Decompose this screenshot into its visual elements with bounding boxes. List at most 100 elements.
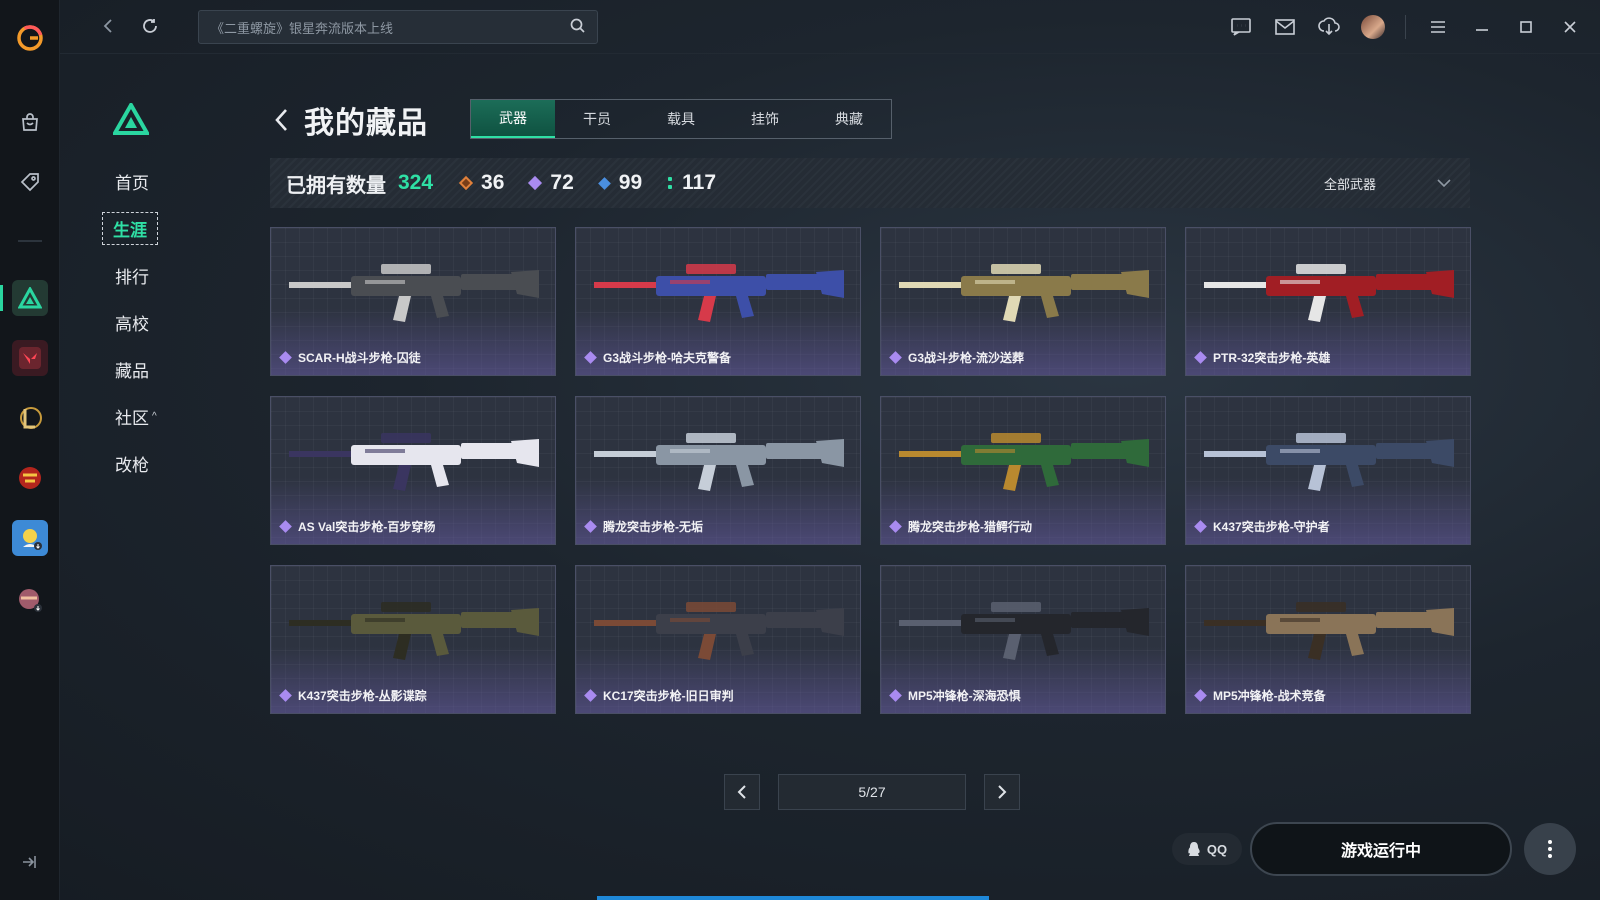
qq-button[interactable]: QQ <box>1172 833 1242 865</box>
weapon-card[interactable]: MP5冲锋枪-战术竞备 <box>1185 565 1471 714</box>
subnav-item-home[interactable]: 首页 <box>100 158 170 205</box>
collapse-sidebar-icon[interactable] <box>20 854 38 873</box>
tab-vehicles[interactable]: 载具 <box>639 100 723 138</box>
top-bar-actions <box>1229 12 1582 42</box>
weapon-image <box>899 433 1149 491</box>
weapon-name-row: KC17突击步枪-旧日审判 <box>584 687 734 704</box>
purple-diamond-icon <box>584 520 597 533</box>
league-of-legends-icon[interactable] <box>12 400 48 436</box>
rarity-count-green: 117 <box>668 171 716 195</box>
weapon-card[interactable]: 腾龙突击步枪-猎鳄行动 <box>880 396 1166 545</box>
category-tabs: 武器 干员 载具 挂饰 典藏 <box>470 99 892 139</box>
weapon-card[interactable]: KC17突击步枪-旧日审判 <box>575 565 861 714</box>
weapon-card[interactable]: 腾龙突击步枪-无垢 <box>575 396 861 545</box>
refresh-icon[interactable] <box>138 14 162 38</box>
weapon-card[interactable]: PTR-32突击步枪-英雄 <box>1185 227 1471 376</box>
game-running-button[interactable]: 游戏运行中 <box>1250 822 1512 876</box>
subnav-item-collection[interactable]: 藏品 <box>100 346 170 393</box>
delta-force-game-icon[interactable] <box>12 280 48 316</box>
weapon-card[interactable]: G3战斗步枪-哈夫克警备 <box>575 227 861 376</box>
chat-icon[interactable] <box>1229 15 1253 39</box>
weapon-card[interactable]: SCAR-H战斗步枪-囚徒 <box>270 227 556 376</box>
purple-diamond-icon <box>889 351 902 364</box>
weapon-name-row: AS Val突击步枪-百步穿杨 <box>279 518 435 535</box>
rarity-count-value: 117 <box>682 171 717 194</box>
bottom-progress-bar <box>597 896 989 900</box>
back-arrow-icon[interactable] <box>96 14 120 38</box>
qq-game-icon[interactable] <box>12 520 48 556</box>
rail-divider <box>18 240 42 242</box>
secondary-nav: 首页 生涯 排行 高校 藏品 社区 ^ 改枪 <box>100 158 170 487</box>
weapon-image <box>594 264 844 322</box>
weapon-card[interactable]: K437突击步枪-守护者 <box>1185 396 1471 545</box>
purple-diamond-icon <box>584 689 597 702</box>
purple-diamond-icon <box>1194 520 1207 533</box>
weapon-image <box>1204 433 1454 491</box>
user-avatar[interactable] <box>1361 15 1385 39</box>
collection-grid: SCAR-H战斗步枪-囚徒 G3战斗步枪-哈夫克警备 G3战斗步枪-流沙送葬 PTR-… <box>270 227 1471 714</box>
rarity-count-value: 72 <box>550 171 574 194</box>
weapon-name: KC17突击步枪-旧日审判 <box>603 689 734 703</box>
valorant-game-icon[interactable] <box>12 340 48 376</box>
weapon-name: G3战斗步枪-流沙送葬 <box>908 351 1025 365</box>
qq-penguin-icon <box>1188 842 1200 856</box>
maximize-icon[interactable] <box>1514 15 1538 39</box>
weapon-name-row: K437突击步枪-守护者 <box>1194 518 1330 535</box>
tab-charms[interactable]: 挂饰 <box>723 100 807 138</box>
app-logo-icon[interactable] <box>12 20 48 56</box>
tab-collection[interactable]: 典藏 <box>807 100 891 138</box>
weapon-card[interactable]: MP5冲锋枪-深海恐惧 <box>880 565 1166 714</box>
weapon-name: SCAR-H战斗步枪-囚徒 <box>298 351 421 365</box>
search-icon[interactable] <box>570 18 585 36</box>
chevron-up-icon: ^ <box>152 411 157 422</box>
game-tag-icon[interactable] <box>12 164 48 200</box>
mail-icon[interactable] <box>1273 15 1297 39</box>
page-indicator: 5/27 <box>778 774 966 810</box>
search-bar[interactable]: 《二重螺旋》银星奔流版本上线 <box>198 10 598 44</box>
chevron-down-icon <box>1436 176 1452 191</box>
green-dots-icon <box>668 177 673 189</box>
tab-operators[interactable]: 干员 <box>555 100 639 138</box>
weapon-name: K437突击步枪-丛影谍踪 <box>298 689 427 703</box>
weapon-card[interactable]: AS Val突击步枪-百步穿杨 <box>270 396 556 545</box>
weapon-filter-dropdown[interactable]: 全部武器 <box>1324 158 1452 208</box>
subnav-item-gunsmith[interactable]: 改枪 <box>100 440 170 487</box>
page-back-icon[interactable] <box>272 106 290 134</box>
subnav-item-community[interactable]: 社区 ^ <box>100 393 170 440</box>
subnav-item-career[interactable]: 生涯 <box>100 205 170 252</box>
filter-label: 全部武器 <box>1323 176 1376 192</box>
weapon-card[interactable]: K437突击步枪-丛影谍踪 <box>270 565 556 714</box>
subnav-label: 生涯 <box>102 212 158 245</box>
purple-diamond-icon <box>1194 351 1207 364</box>
crossfire-game-icon[interactable] <box>12 460 48 496</box>
purple-diamond-icon <box>528 175 543 191</box>
weapon-name: 腾龙突击步枪-猎鳄行动 <box>908 520 1032 534</box>
chevron-right-icon <box>998 785 1007 799</box>
vertical-dots-icon <box>1548 840 1552 858</box>
more-options-button[interactable] <box>1524 823 1576 875</box>
subnav-item-college[interactable]: 高校 <box>100 299 170 346</box>
weapon-name-row: G3战斗步枪-哈夫克警备 <box>584 349 732 366</box>
page-header: 我的藏品 <box>272 98 428 142</box>
next-page-button[interactable] <box>984 774 1020 810</box>
minimize-icon[interactable] <box>1470 15 1494 39</box>
close-icon[interactable] <box>1558 15 1582 39</box>
weapon-name: MP5冲锋枪-深海恐惧 <box>908 689 1021 703</box>
weapon-image <box>899 264 1149 322</box>
weapon-name: G3战斗步枪-哈夫克警备 <box>603 351 732 365</box>
weapon-card[interactable]: G3战斗步枪-流沙送葬 <box>880 227 1166 376</box>
menu-icon[interactable] <box>1426 15 1450 39</box>
prev-page-button[interactable] <box>724 774 760 810</box>
subnav-item-ranking[interactable]: 排行 <box>100 252 170 299</box>
rpg-game-icon[interactable] <box>12 582 48 618</box>
download-icon[interactable] <box>1317 15 1341 39</box>
blue-diamond-icon <box>597 176 611 190</box>
orange-diamond-icon <box>458 175 474 191</box>
weapon-image <box>289 264 539 322</box>
tab-weapons[interactable]: 武器 <box>471 100 555 138</box>
delta-force-logo-icon <box>111 100 151 140</box>
shop-bag-icon[interactable] <box>12 104 48 140</box>
subnav-label: 改枪 <box>115 456 149 475</box>
weapon-image <box>594 433 844 491</box>
search-input[interactable]: 《二重螺旋》银星奔流版本上线 <box>211 18 570 37</box>
